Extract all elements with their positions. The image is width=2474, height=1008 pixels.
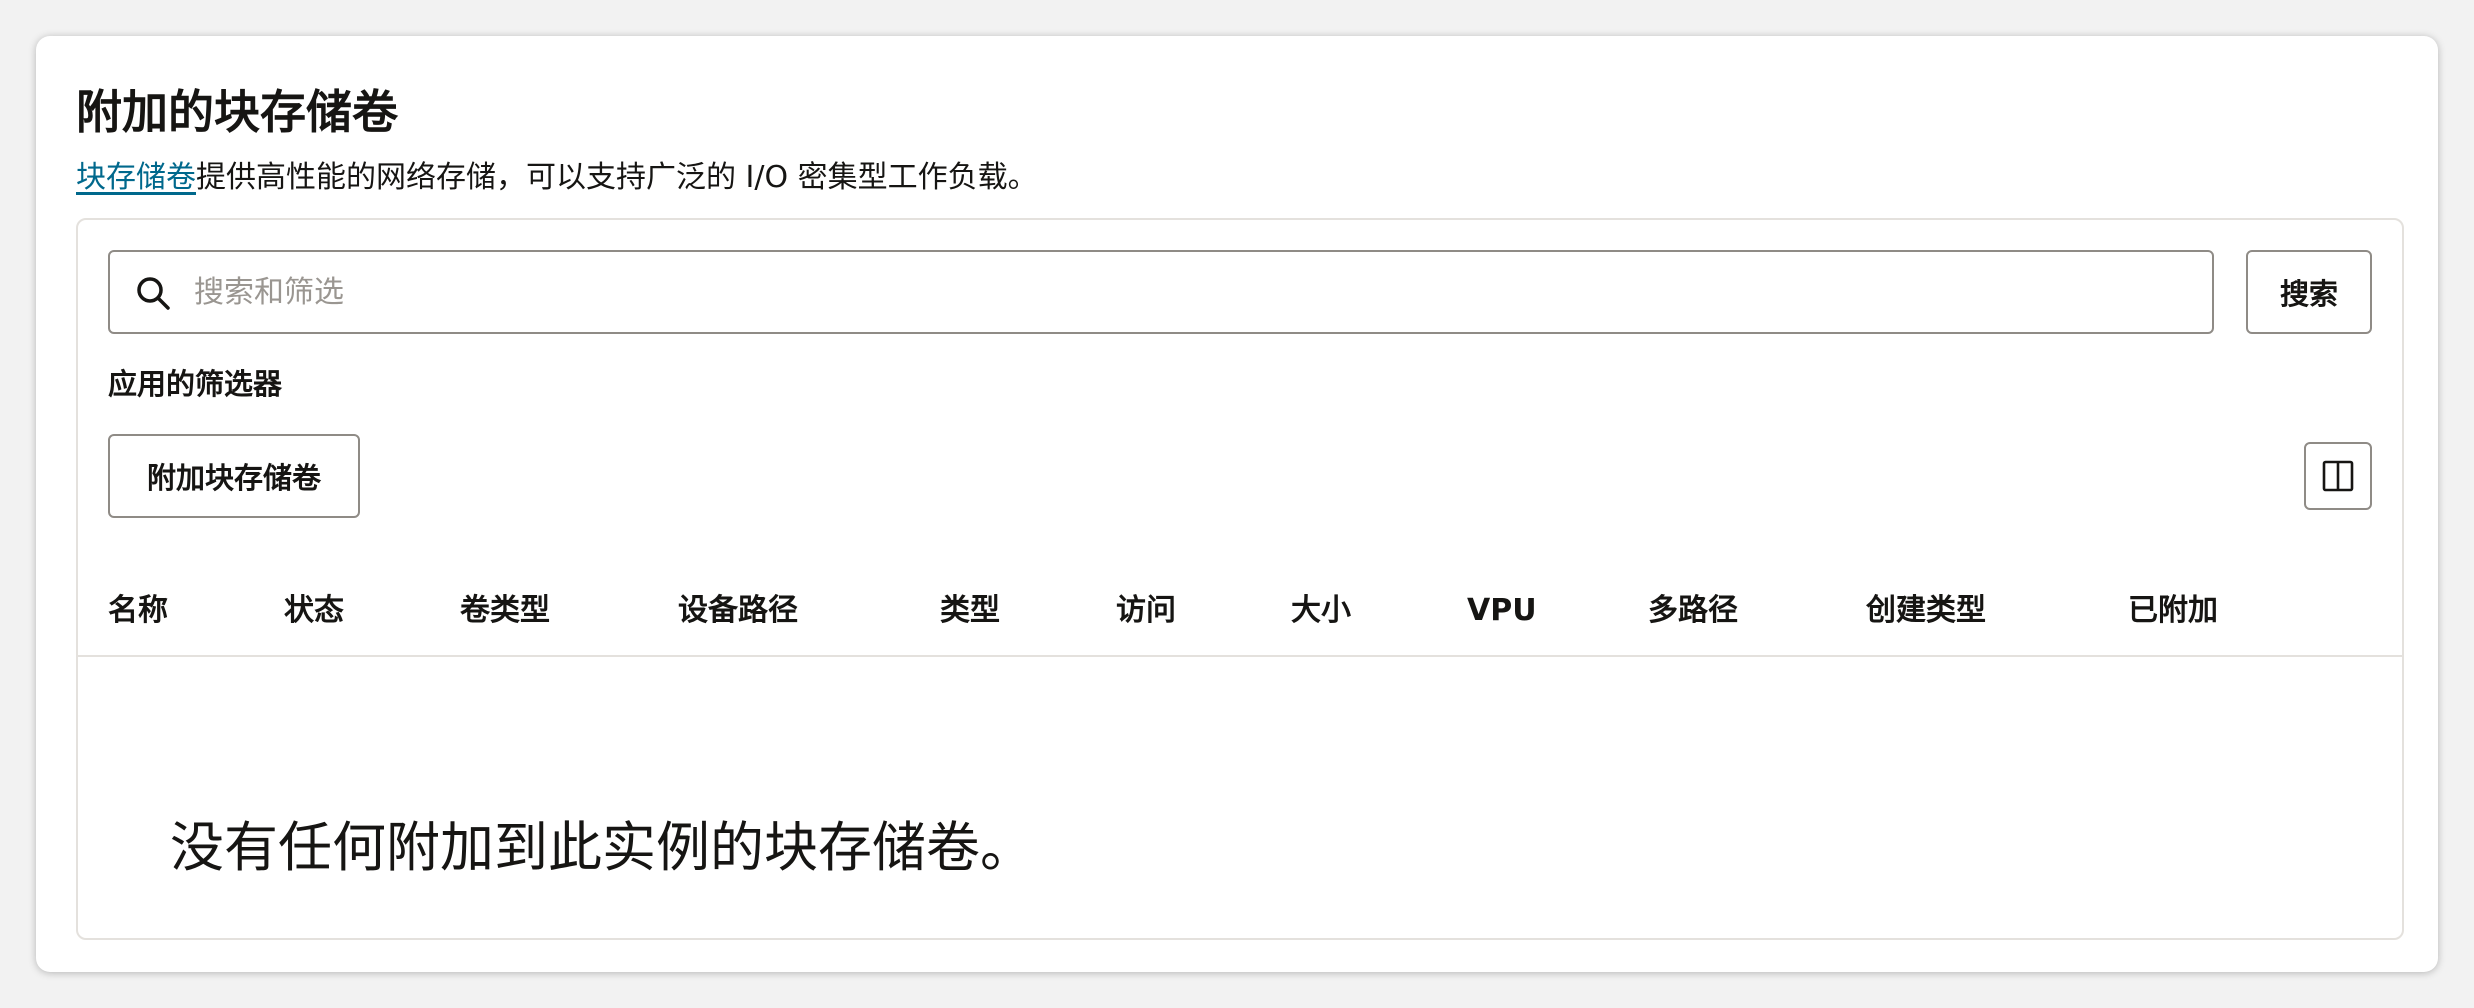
search-button[interactable]: 搜索 <box>2246 250 2372 334</box>
column-header-type[interactable]: 类型 <box>940 590 1000 632</box>
column-header-name[interactable]: 名称 <box>108 590 168 632</box>
column-header-size[interactable]: 大小 <box>1291 590 1351 632</box>
search-icon <box>137 277 170 310</box>
column-header-multipath[interactable]: 多路径 <box>1648 590 1738 632</box>
search-input[interactable] <box>194 252 2194 332</box>
applied-filters-label: 应用的筛选器 <box>108 367 283 401</box>
column-header-vpu[interactable]: VPU <box>1467 590 1537 632</box>
column-header-attached[interactable]: 已附加 <box>2128 590 2218 632</box>
column-settings-button[interactable] <box>2304 442 2372 510</box>
column-header-state[interactable]: 状态 <box>284 590 344 632</box>
search-field[interactable] <box>108 250 2214 334</box>
column-header-device-path[interactable]: 设备路径 <box>678 590 798 632</box>
columns-icon <box>2322 460 2354 492</box>
section-description: 块存储卷提供高性能的网络存储，可以支持广泛的 I/O 密集型工作负载。 <box>76 156 1038 200</box>
column-header-creation-type[interactable]: 创建类型 <box>1866 590 1986 632</box>
empty-state-message: 没有任何附加到此实例的块存储卷。 <box>170 816 1034 879</box>
section-title: 附加的块存储卷 <box>76 85 398 139</box>
column-header-volume-type[interactable]: 卷类型 <box>460 590 550 632</box>
description-text: 提供高性能的网络存储，可以支持广泛的 I/O 密集型工作负载。 <box>196 160 1038 195</box>
column-header-access[interactable]: 访问 <box>1116 590 1176 632</box>
attach-block-volume-button[interactable]: 附加块存储卷 <box>108 434 360 518</box>
table-header-divider <box>78 655 2402 657</box>
block-volume-link[interactable]: 块存储卷 <box>76 160 196 195</box>
